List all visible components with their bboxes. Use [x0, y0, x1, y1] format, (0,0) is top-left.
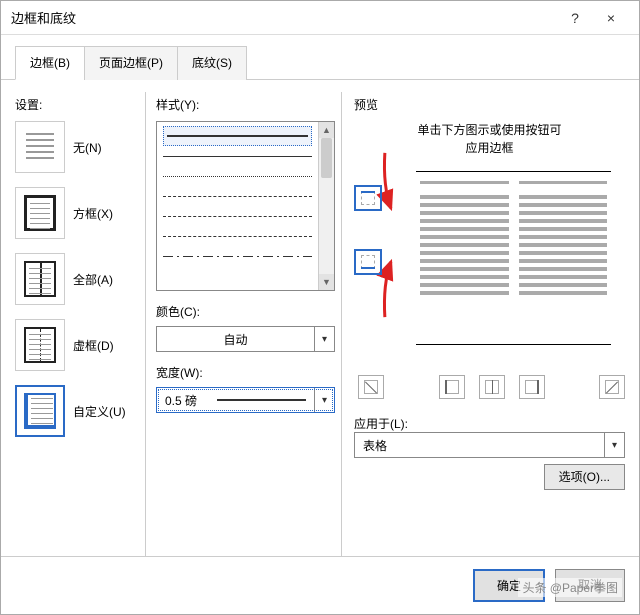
- settings-label: 设置:: [15, 96, 139, 113]
- settings-column: 设置: 无(N) 方框(X) 全部(A) 虚框(D) 自定义(U): [15, 92, 139, 556]
- style-label: 样式(Y):: [156, 96, 335, 113]
- setting-box[interactable]: 方框(X): [15, 187, 139, 239]
- options-button[interactable]: 选项(O)...: [544, 464, 625, 490]
- width-value: 0.5 磅: [165, 392, 197, 409]
- setting-none-icon: [15, 121, 65, 173]
- border-vcenter-button[interactable]: [479, 375, 505, 399]
- style-listbox[interactable]: ▲ ▼: [156, 121, 335, 291]
- width-label: 宽度(W):: [156, 364, 335, 381]
- style-option-thin[interactable]: [163, 146, 312, 166]
- setting-grid[interactable]: 虚框(D): [15, 319, 139, 371]
- style-scrollbar[interactable]: ▲ ▼: [318, 122, 334, 290]
- style-option-dash2[interactable]: [163, 206, 312, 226]
- scroll-down-icon[interactable]: ▼: [319, 274, 334, 290]
- apply-to-label: 应用于(L):: [354, 415, 408, 432]
- color-dropdown-icon[interactable]: ▾: [314, 327, 334, 351]
- setting-custom-icon: [15, 385, 65, 437]
- setting-grid-icon: [15, 319, 65, 371]
- apply-to-value: 表格: [355, 433, 604, 457]
- preview-hint: 单击下方图示或使用按钮可应用边框: [354, 121, 625, 157]
- border-left-button[interactable]: [439, 375, 465, 399]
- width-combo[interactable]: 0.5 磅 ▾: [156, 387, 335, 413]
- scroll-up-icon[interactable]: ▲: [319, 122, 334, 138]
- preview-column: 预览 单击下方图示或使用按钮可应用边框: [341, 92, 625, 556]
- tab-borders[interactable]: 边框(B): [15, 46, 85, 80]
- close-button[interactable]: ×: [593, 10, 629, 26]
- preview-bottom-buttons: [354, 375, 625, 399]
- width-dropdown-icon[interactable]: ▾: [314, 388, 334, 412]
- width-sample-line: [217, 399, 306, 401]
- apply-to-combo[interactable]: 表格 ▾: [354, 432, 625, 458]
- dialog-title: 边框和底纹: [11, 8, 557, 27]
- style-option-solid[interactable]: [163, 126, 312, 146]
- titlebar: 边框和底纹 ? ×: [1, 1, 639, 35]
- style-column: 样式(Y): ▲ ▼ 颜色(C): 自动: [145, 92, 335, 556]
- tab-page-borders[interactable]: 页面边框(P): [84, 46, 178, 80]
- watermark: 头条 @Paper拳图: [518, 578, 622, 597]
- setting-none-label: 无(N): [73, 139, 102, 156]
- tab-shading[interactable]: 底纹(S): [177, 46, 247, 80]
- apply-dropdown-icon[interactable]: ▾: [604, 433, 624, 457]
- setting-custom[interactable]: 自定义(U): [15, 385, 139, 437]
- border-diag-up-button[interactable]: [599, 375, 625, 399]
- style-list: [157, 122, 318, 290]
- setting-all-icon: [15, 253, 65, 305]
- setting-all-label: 全部(A): [73, 271, 113, 288]
- setting-all[interactable]: 全部(A): [15, 253, 139, 305]
- setting-custom-label: 自定义(U): [73, 403, 126, 420]
- setting-grid-label: 虚框(D): [73, 337, 114, 354]
- preview-page[interactable]: [410, 171, 617, 346]
- preview-label: 预览: [354, 96, 625, 113]
- tab-bar: 边框(B) 页面边框(P) 底纹(S): [1, 35, 639, 80]
- style-option-dotted[interactable]: [163, 166, 312, 186]
- setting-none[interactable]: 无(N): [15, 121, 139, 173]
- border-diag-down-button[interactable]: [358, 375, 384, 399]
- setting-box-label: 方框(X): [73, 205, 113, 222]
- dialog-window: 边框和底纹 ? × 边框(B) 页面边框(P) 底纹(S) 设置: 无(N) 方…: [0, 0, 640, 615]
- border-bottom-button[interactable]: [354, 249, 382, 275]
- preview-side-buttons: [354, 185, 388, 275]
- preview-area: [354, 171, 625, 371]
- width-value-wrap: 0.5 磅: [157, 388, 314, 412]
- border-right-button[interactable]: [519, 375, 545, 399]
- border-top-button[interactable]: [354, 185, 382, 211]
- color-combo[interactable]: 自动 ▾: [156, 326, 335, 352]
- style-option-dashdot[interactable]: [163, 246, 312, 266]
- setting-box-icon: [15, 187, 65, 239]
- style-option-dash3[interactable]: [163, 226, 312, 246]
- style-option-dash1[interactable]: [163, 186, 312, 206]
- color-label: 颜色(C):: [156, 303, 335, 320]
- content-area: 设置: 无(N) 方框(X) 全部(A) 虚框(D) 自定义(U): [1, 80, 639, 556]
- color-value: 自动: [157, 327, 314, 351]
- help-button[interactable]: ?: [557, 10, 593, 26]
- scroll-thumb[interactable]: [321, 138, 332, 178]
- apply-to-row: 应用于(L):: [354, 415, 625, 432]
